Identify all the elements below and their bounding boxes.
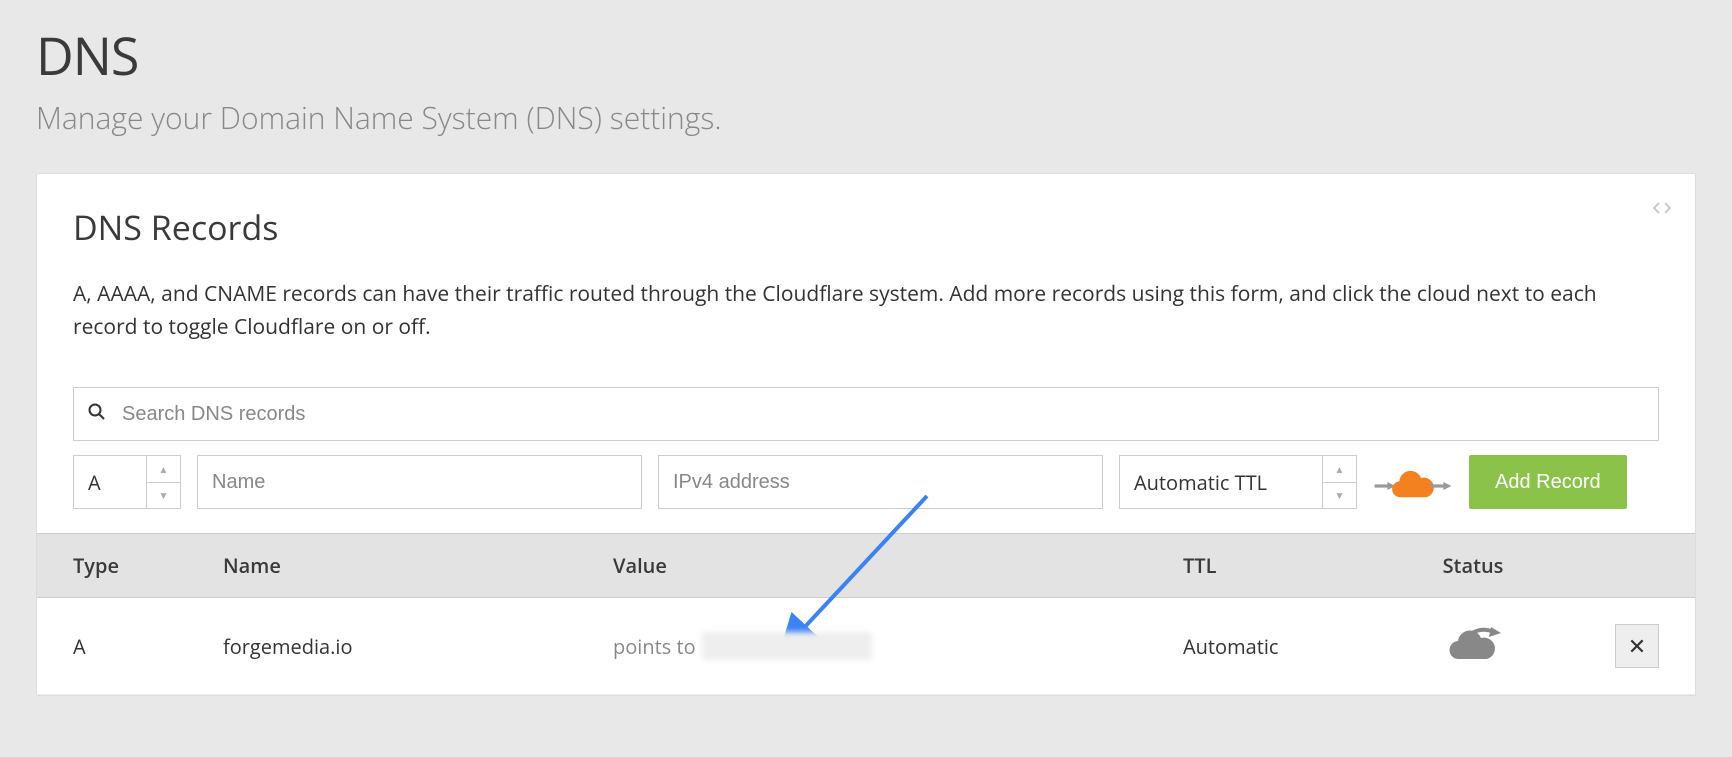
col-status: Status <box>1393 552 1553 579</box>
card-title: DNS Records <box>73 204 1659 250</box>
cloud-proxy-toggle[interactable] <box>1373 462 1453 502</box>
dns-records-table: Type Name Value TTL Status A forgemedia.… <box>37 533 1695 695</box>
cell-value-prefix: points to <box>613 633 696 660</box>
stepper-icon: ▲▼ <box>1322 456 1356 508</box>
record-name-input[interactable] <box>212 456 627 508</box>
cell-name[interactable]: forgemedia.io <box>223 633 613 660</box>
redacted-ip <box>702 632 872 660</box>
search-icon <box>88 403 106 426</box>
page-title: DNS <box>36 20 1696 91</box>
cell-ttl[interactable]: Automatic <box>1183 633 1393 660</box>
cell-value[interactable]: points to <box>613 632 1183 660</box>
page-subtitle: Manage your Domain Name System (DNS) set… <box>36 97 1696 138</box>
delete-record-button[interactable]: ✕ <box>1615 624 1659 668</box>
ttl-value: Automatic TTL <box>1134 469 1267 496</box>
close-icon: ✕ <box>1628 631 1646 661</box>
table-header: Type Name Value TTL Status <box>37 533 1695 598</box>
card-description: A, AAAA, and CNAME records can have thei… <box>73 278 1659 343</box>
add-record-button[interactable]: Add Record <box>1469 455 1627 509</box>
ttl-select[interactable]: Automatic TTL ▲▼ <box>1119 455 1357 509</box>
stepper-icon: ▲▼ <box>146 456 180 508</box>
record-value-field[interactable] <box>658 455 1103 509</box>
cell-status[interactable] <box>1393 626 1553 666</box>
dns-records-card: DNS Records A, AAAA, and CNAME records c… <box>36 173 1696 696</box>
col-name: Name <box>223 552 613 579</box>
search-dns-records[interactable] <box>73 387 1659 441</box>
col-value: Value <box>613 552 1183 579</box>
col-ttl: TTL <box>1183 552 1393 579</box>
cloud-off-icon <box>1439 626 1507 666</box>
record-type-select[interactable]: A ▲▼ <box>73 455 181 509</box>
record-value-input[interactable] <box>673 456 1088 508</box>
api-icon[interactable] <box>1653 198 1671 220</box>
record-name-field[interactable] <box>197 455 642 509</box>
record-type-value: A <box>88 469 101 496</box>
search-input[interactable] <box>122 388 1644 440</box>
table-row: A forgemedia.io points to Automatic ✕ <box>37 598 1695 695</box>
col-type: Type <box>73 552 223 579</box>
cell-type: A <box>73 633 223 660</box>
